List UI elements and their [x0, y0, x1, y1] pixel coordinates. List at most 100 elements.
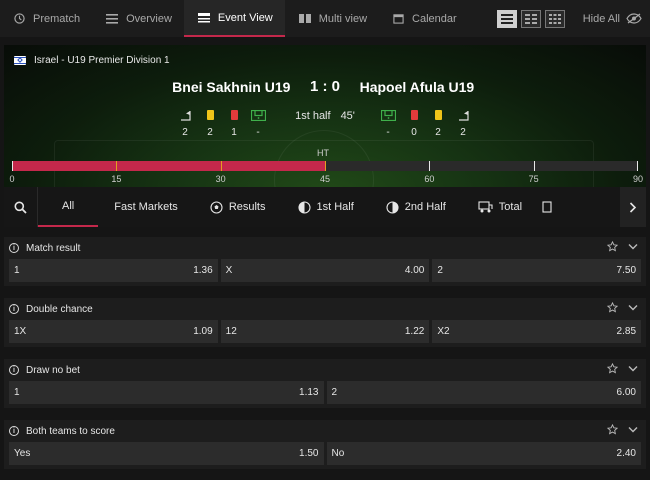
timeline-progress [12, 161, 325, 171]
odd-button-no[interactable]: No 2.40 [326, 442, 641, 465]
odds-row: 1X 1.09 12 1.22 X2 2.85 [4, 320, 646, 347]
star-icon[interactable] [607, 241, 618, 252]
chevron-down-icon[interactable] [628, 304, 638, 311]
odd-button-away[interactable]: 2 6.00 [326, 381, 641, 404]
filter-tab-fast-markets[interactable]: Fast Markets [98, 187, 194, 227]
layout-columns-button[interactable] [520, 9, 541, 28]
away-team-name: Hapoel Afula U19 [359, 78, 475, 95]
layout-list-button[interactable] [496, 9, 517, 28]
market-double-chance: i Double chance 1X 1.09 12 1.22 X2 2.85 [4, 298, 646, 347]
hide-all-label: Hide All [582, 12, 620, 25]
hide-all-button[interactable]: Hide All [583, 13, 642, 25]
search-icon [14, 201, 27, 214]
eye-hidden-icon [626, 13, 642, 24]
market-filter-bar: All Fast Markets Results 1st Half 2nd Ha… [4, 187, 646, 227]
timeline-tick [220, 161, 222, 171]
match-minute: 45' [340, 110, 355, 122]
info-icon[interactable]: i [9, 365, 19, 375]
match-score: 1 : 0 [310, 78, 341, 95]
odd-button-away[interactable]: 2 7.50 [432, 259, 642, 282]
tab-calendar[interactable]: Calendar [379, 0, 469, 37]
tab-label: Overview [126, 12, 172, 25]
star-icon[interactable] [607, 424, 618, 435]
chevron-down-icon[interactable] [628, 365, 638, 372]
timeline-tick-label: 30 [215, 174, 226, 184]
scroll-right-button[interactable] [620, 187, 646, 227]
nav-right: Hide All [496, 0, 650, 37]
israel-flag-icon [14, 56, 26, 65]
more-category-icon [542, 201, 552, 213]
odd-button-yes[interactable]: Yes 1.50 [9, 442, 324, 465]
total-icon [478, 201, 493, 213]
market-title: Both teams to score [26, 425, 115, 437]
star-icon[interactable] [607, 363, 618, 374]
chevron-down-icon[interactable] [628, 243, 638, 250]
filter-tab-more[interactable] [538, 187, 556, 227]
timeline-tick-label: 60 [424, 174, 435, 184]
tab-multi-view[interactable]: Multi view [285, 0, 379, 37]
tab-label: Event View [217, 11, 273, 24]
tab-label: Multi view [318, 12, 368, 25]
odd-button-home[interactable]: 1 1.13 [9, 381, 324, 404]
odd-button-x2[interactable]: X2 2.85 [432, 320, 642, 343]
market-draw-no-bet: i Draw no bet 1 1.13 2 6.00 [4, 359, 646, 408]
timeline-tick [12, 161, 13, 171]
period-label: 1st half [295, 110, 331, 122]
home-team-name: Bnei Sakhnin U19 [172, 78, 291, 95]
timeline-tick [429, 161, 431, 171]
grid-layout-icon [548, 13, 561, 24]
clock-icon [14, 13, 25, 24]
timeline-tick [116, 161, 118, 171]
filter-tab-2nd-half[interactable]: 2nd Half [370, 187, 462, 227]
list-icon [106, 14, 119, 24]
list-layout-icon [500, 13, 513, 24]
info-icon[interactable]: i [9, 426, 19, 436]
half-icon [386, 200, 399, 214]
odd-button-12[interactable]: 12 1.22 [220, 320, 430, 343]
league-name: Israel - U19 Premier Division 1 [34, 55, 170, 66]
info-icon[interactable]: i [9, 304, 19, 314]
star-icon[interactable] [607, 302, 618, 313]
market-header[interactable]: i Double chance [4, 298, 646, 320]
tab-event-view[interactable]: Event View [183, 0, 285, 37]
layout-grid-button[interactable] [544, 9, 565, 28]
market-header[interactable]: i Both teams to score [4, 420, 646, 442]
tab-label: Prematch [33, 12, 81, 25]
odds-row: 1 1.36 X 4.00 2 7.50 [4, 259, 646, 286]
chevron-down-icon[interactable] [628, 426, 638, 433]
market-title: Double chance [26, 303, 93, 315]
scoreboard: Israel - U19 Premier Division 1 Bnei Sak… [4, 45, 646, 187]
filter-tab-total[interactable]: Total [462, 187, 538, 227]
timeline-tick-label: 15 [111, 174, 122, 184]
timeline-tick-label: 0 [9, 174, 15, 184]
timeline-tick-label: 45 [319, 174, 330, 184]
odd-button-draw[interactable]: X 4.00 [220, 259, 430, 282]
timeline-tick-label: 90 [632, 174, 643, 184]
teams-row: Bnei Sakhnin U19 1 : 0 Hapoel Afula U19 [4, 78, 646, 95]
filter-tab-all[interactable]: All [38, 187, 99, 227]
market-title: Draw no bet [26, 364, 80, 376]
market-match-result: i Match result 1 1.36 X 4.00 2 7.50 [4, 237, 646, 286]
info-icon[interactable]: i [9, 243, 19, 253]
timeline-tick-label: 75 [528, 174, 539, 184]
filter-tab-results[interactable]: Results [194, 187, 282, 227]
timeline-tick [533, 161, 535, 171]
market-header[interactable]: i Match result [4, 237, 646, 259]
filter-tab-1st-half[interactable]: 1st Half [282, 187, 370, 227]
timeline-tick [637, 161, 638, 171]
timeline-tick [325, 161, 326, 171]
top-nav: Prematch Overview Event View Multi view … [0, 0, 650, 37]
tab-overview[interactable]: Overview [92, 0, 184, 37]
soccer-ball-icon [210, 200, 223, 214]
half-icon [297, 200, 311, 214]
search-button[interactable] [4, 187, 38, 227]
odd-button-1x[interactable]: 1X 1.09 [9, 320, 218, 343]
market-header[interactable]: i Draw no bet [4, 359, 646, 381]
tab-prematch[interactable]: Prematch [0, 0, 92, 37]
halftime-label: HT [317, 148, 329, 158]
event-view-icon [197, 13, 210, 23]
multi-view-icon [298, 14, 311, 23]
odd-button-home[interactable]: 1 1.36 [9, 259, 218, 282]
tab-label: Calendar [412, 12, 457, 25]
chevron-right-icon [629, 201, 637, 213]
